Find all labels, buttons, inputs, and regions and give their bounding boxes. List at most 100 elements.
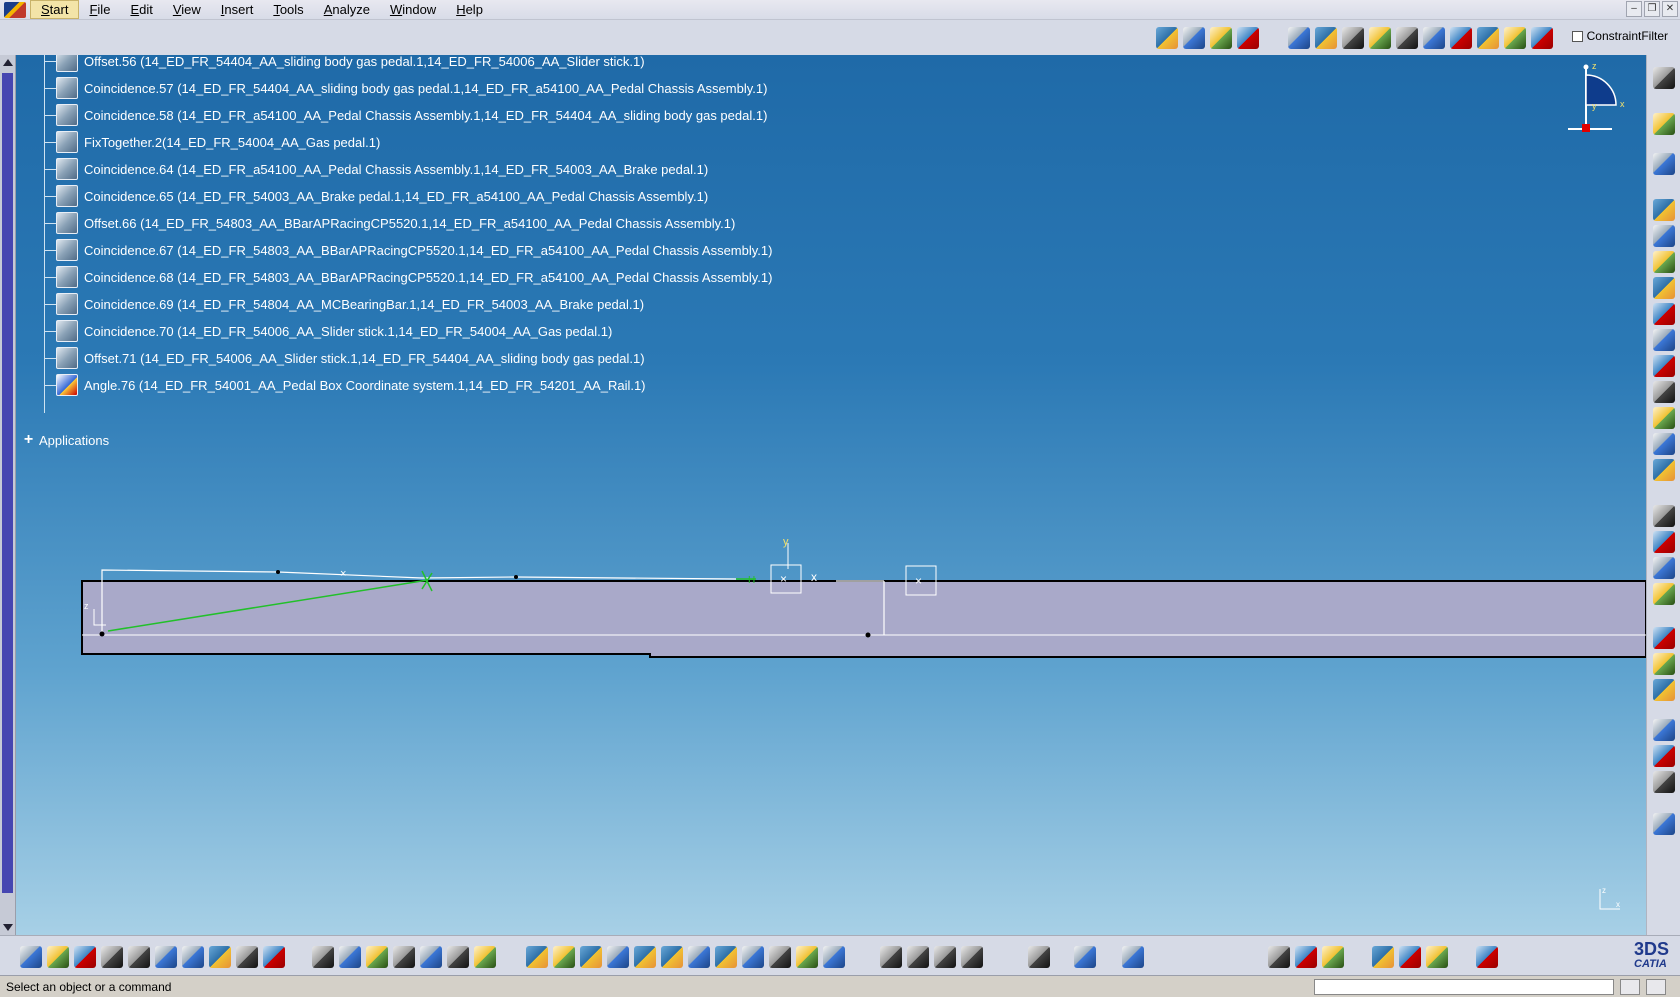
scissors-icon[interactable] — [1653, 813, 1675, 835]
cut-icon[interactable] — [128, 946, 150, 968]
menu-insert[interactable]: Insert — [211, 0, 264, 20]
menu-window[interactable]: Window — [380, 0, 446, 20]
disabled-tool-icon[interactable] — [880, 946, 902, 968]
tree-scrollbar[interactable] — [0, 55, 16, 935]
disabled-tool-icon[interactable] — [907, 946, 929, 968]
close-button[interactable]: ✕ — [1662, 1, 1678, 17]
menu-file[interactable]: File — [79, 0, 120, 20]
multi-view-icon[interactable] — [715, 946, 737, 968]
menu-view[interactable]: View — [163, 0, 211, 20]
fix-together-icon[interactable] — [1423, 27, 1445, 49]
expand-icon[interactable]: + — [22, 432, 35, 448]
sweep-icon[interactable] — [1653, 771, 1675, 793]
quick-constraint-icon[interactable] — [1450, 27, 1472, 49]
distance-icon[interactable] — [1653, 745, 1675, 767]
menu-analyze[interactable]: Analyze — [314, 0, 380, 20]
tree-item[interactable]: Coincidence.64 (14_ED_FR_a54100_AA_Pedal… — [44, 157, 710, 181]
change-constraint-icon[interactable] — [1504, 27, 1526, 49]
tree-item[interactable]: Coincidence.65 (14_ED_FR_54003_AA_Brake … — [44, 184, 710, 208]
remove-icon[interactable] — [1653, 407, 1675, 429]
iso-view-icon[interactable] — [742, 946, 764, 968]
grid-icon[interactable] — [1476, 946, 1498, 968]
scroll-up-icon[interactable] — [3, 59, 13, 66]
coincidence-constraint-icon[interactable] — [1288, 27, 1310, 49]
catalog-icon[interactable] — [1653, 627, 1675, 649]
compass-widget[interactable]: z x y — [1546, 61, 1626, 141]
restore-button[interactable]: ❐ — [1644, 1, 1660, 17]
menu-help[interactable]: Help — [446, 0, 493, 20]
tree-item-applications[interactable]: + Applications — [22, 432, 109, 449]
catia-app-icon[interactable] — [4, 1, 26, 18]
new-product-icon[interactable] — [1183, 27, 1205, 49]
publication-icon[interactable] — [1653, 653, 1675, 675]
lock-icon[interactable] — [447, 946, 469, 968]
snap-icon[interactable] — [1653, 251, 1675, 273]
new-part-icon[interactable] — [1210, 27, 1232, 49]
pocket-icon[interactable] — [1653, 381, 1675, 403]
scroll-down-icon[interactable] — [3, 924, 13, 931]
constraint-filter-checkbox[interactable] — [1571, 30, 1583, 42]
help-icon[interactable] — [263, 946, 285, 968]
move-icon[interactable] — [1653, 277, 1675, 299]
tree-item[interactable]: Coincidence.67 (14_ED_FR_54803_AA_BBarAP… — [44, 238, 774, 262]
scene-icon[interactable] — [1653, 505, 1675, 527]
tree-item[interactable]: Offset.56 (14_ED_FR_54404_AA_sliding bod… — [44, 55, 647, 73]
flexible-subassembly-icon[interactable] — [1477, 27, 1499, 49]
hide-show-icon[interactable] — [796, 946, 818, 968]
catalog-browser-icon[interactable] — [1426, 946, 1448, 968]
3d-viewport[interactable]: Offset.56 (14_ED_FR_54404_AA_sliding bod… — [16, 55, 1646, 935]
compass-handle[interactable] — [1582, 124, 1590, 132]
formula-icon[interactable] — [312, 946, 334, 968]
bom-icon[interactable] — [1653, 679, 1675, 701]
open-folder-icon[interactable] — [47, 946, 69, 968]
constraint-filter[interactable]: ConstraintFilter — [1571, 29, 1668, 43]
fix-component-icon[interactable] — [1396, 27, 1418, 49]
update-icon[interactable] — [1074, 946, 1096, 968]
explode-icon[interactable] — [1653, 199, 1675, 221]
tree-item[interactable]: Coincidence.57 (14_ED_FR_54404_AA_slidin… — [44, 76, 769, 100]
swap-space-icon[interactable] — [823, 946, 845, 968]
list-icon[interactable] — [474, 946, 496, 968]
tree-item[interactable]: Coincidence.69 (14_ED_FR_54804_AA_MCBear… — [44, 292, 646, 316]
fit-all-icon[interactable] — [553, 946, 575, 968]
part-body[interactable] — [81, 580, 1646, 658]
tree-item[interactable]: Coincidence.68 (14_ED_FR_54803_AA_BBarAP… — [44, 265, 774, 289]
existing-component-icon[interactable] — [1237, 27, 1259, 49]
weld-icon[interactable] — [1653, 583, 1675, 605]
clash-icon[interactable] — [1653, 225, 1675, 247]
offset-constraint-icon[interactable] — [1342, 27, 1364, 49]
new-component-icon[interactable] — [1156, 27, 1178, 49]
reuse-pattern-icon[interactable] — [1531, 27, 1553, 49]
measure-icon[interactable] — [1653, 557, 1675, 579]
manipulate-icon[interactable] — [1653, 153, 1675, 175]
eraser-icon[interactable] — [1122, 946, 1144, 968]
apply-material-icon[interactable] — [1372, 946, 1394, 968]
command-input[interactable] — [1314, 979, 1614, 995]
disabled-tool-icon[interactable] — [934, 946, 956, 968]
parameter-icon[interactable] — [366, 946, 388, 968]
command-options-button[interactable] — [1620, 979, 1640, 995]
contact-constraint-icon[interactable] — [1315, 27, 1337, 49]
fly-mode-icon[interactable] — [526, 946, 548, 968]
render-icon[interactable] — [1399, 946, 1421, 968]
menu-start[interactable]: Start — [30, 0, 80, 19]
undo-icon[interactable] — [209, 946, 231, 968]
print-icon[interactable] — [101, 946, 123, 968]
section-icon[interactable] — [1653, 719, 1675, 741]
rotate-icon[interactable] — [607, 946, 629, 968]
disabled-tool-icon[interactable] — [961, 946, 983, 968]
scrollbar-thumb[interactable] — [2, 73, 13, 893]
add-icon[interactable] — [1653, 433, 1675, 455]
menu-tools[interactable]: Tools — [263, 0, 313, 20]
tree-item[interactable]: FixTogether.2(14_ED_FR_54004_AA_Gas peda… — [44, 130, 382, 154]
measure-item-icon[interactable] — [1295, 946, 1317, 968]
knowledge-icon[interactable] — [339, 946, 361, 968]
smart-move-icon[interactable] — [1653, 303, 1675, 325]
normal-view-icon[interactable] — [688, 946, 710, 968]
tree-item[interactable]: Angle.76 (14_ED_FR_54001_AA_Pedal Box Co… — [44, 373, 648, 397]
part-geometry[interactable]: H × y × x × z — [16, 535, 1646, 685]
pan-icon[interactable] — [580, 946, 602, 968]
split-icon[interactable] — [1653, 329, 1675, 351]
tree-item[interactable]: Coincidence.58 (14_ED_FR_a54100_AA_Pedal… — [44, 103, 769, 127]
redo-icon[interactable] — [236, 946, 258, 968]
